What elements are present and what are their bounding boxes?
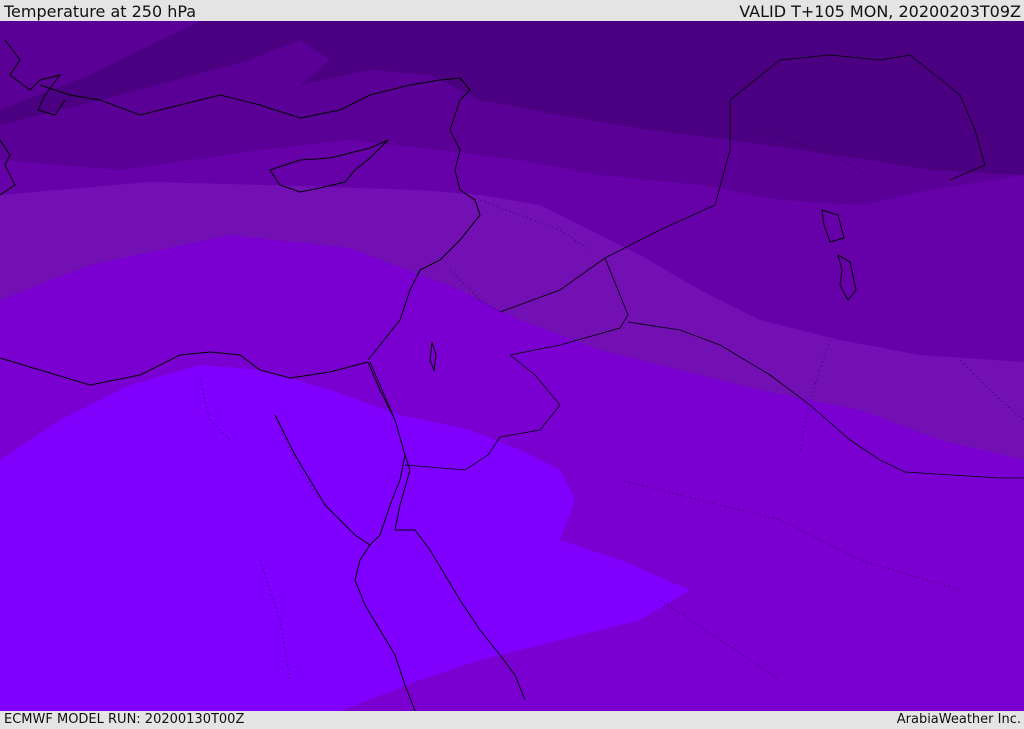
credit-label: ArabiaWeather Inc. xyxy=(896,712,1021,727)
map-title: Temperature at 250 hPa xyxy=(4,2,197,21)
title-bar: Temperature at 250 hPa VALID T+105 MON, … xyxy=(0,0,1024,21)
model-run-label: ECMWF MODEL RUN: 20200130T00Z xyxy=(4,712,245,727)
footer-bar: ECMWF MODEL RUN: 20200130T00Z ArabiaWeat… xyxy=(0,711,1024,729)
valid-time-label: VALID T+105 MON, 20200203T09Z xyxy=(739,2,1021,21)
map-panel xyxy=(0,21,1024,711)
temperature-map xyxy=(0,21,1024,711)
